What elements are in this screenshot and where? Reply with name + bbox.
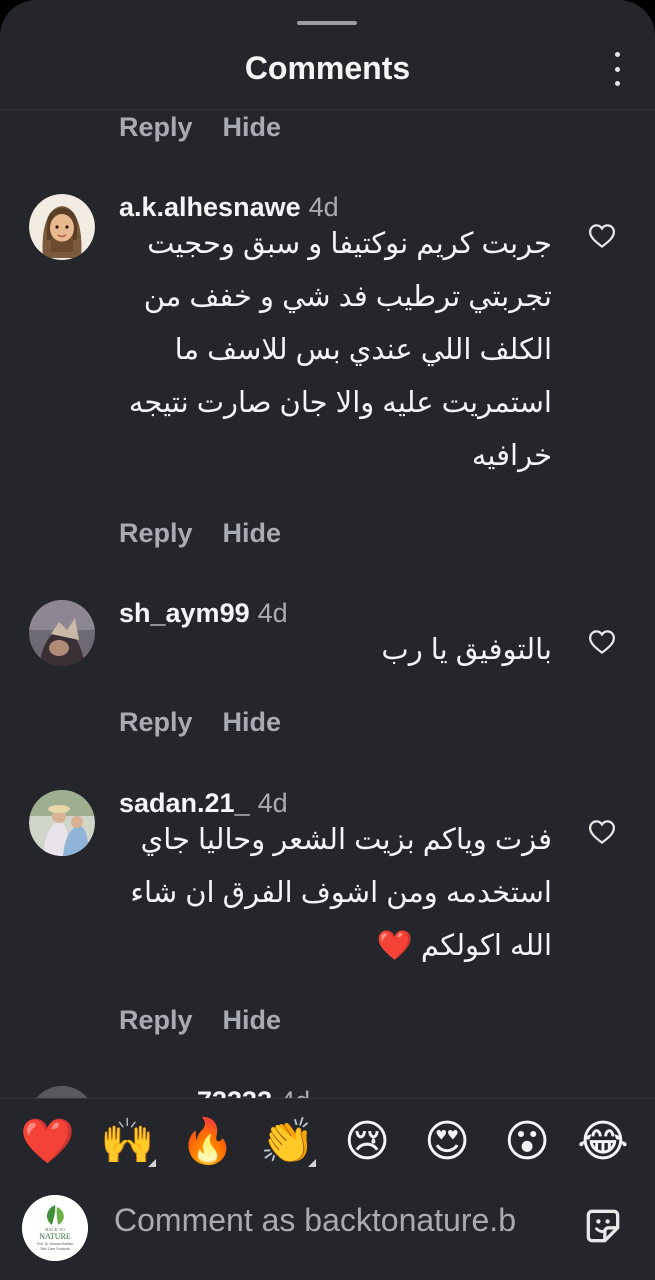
emoji-surprised-button[interactable]: 😮 — [500, 1115, 554, 1169]
comment-input-row: BACK TO NATURE Prof. Dr. Ahmad Hashim Sk… — [0, 1182, 655, 1280]
comment-input[interactable]: Comment as backtonature.b — [114, 1202, 559, 1239]
comment-text: بالتوفيق يا رب — [381, 634, 552, 666]
avatar[interactable] — [29, 600, 95, 666]
more-options-icon[interactable] — [607, 52, 627, 86]
hide-button[interactable]: Hide — [223, 518, 282, 549]
comments-sheet: Comments Reply Hide a.k.alhesnawe 4d جرب… — [0, 0, 655, 1280]
avatar[interactable] — [29, 1086, 95, 1098]
comment-time: 4d — [280, 1086, 310, 1098]
svg-text:Prof. Dr. Ahmad Hashim: Prof. Dr. Ahmad Hashim — [37, 1242, 74, 1246]
heart-outline-icon[interactable] — [587, 627, 617, 657]
skin-tone-indicator — [308, 1159, 316, 1167]
emoji-heart-button[interactable]: ❤️ — [20, 1115, 75, 1169]
emoji-fire-button[interactable]: 🔥 — [180, 1115, 235, 1169]
hide-button[interactable]: Hide — [223, 112, 282, 143]
emoji-clapping-button[interactable]: 👏 — [260, 1115, 316, 1169]
comment-actions: Reply Hide — [119, 707, 281, 738]
emoji-crying-button[interactable]: 😢 — [340, 1115, 394, 1169]
comment-text: جربت كريم نوكتيفا و سبق وحجيت تجربتي ترط… — [128, 228, 552, 472]
page-title: Comments — [244, 50, 411, 86]
emoji-raised-hands-button[interactable]: 🙌 — [100, 1115, 156, 1169]
comment-actions: Reply Hide — [119, 518, 281, 549]
avatar[interactable] — [29, 790, 95, 856]
comment-item: sh_aym99 4d بالتوفيق يا رب — [0, 598, 655, 710]
comment-username[interactable]: 733334d — [197, 1086, 310, 1098]
heart-outline-icon[interactable] — [587, 221, 617, 251]
comment-item: sadan.21_ 4d فزت وياكم بزيت الشعر وحاليا … — [0, 788, 655, 1020]
comment-list[interactable]: Reply Hide a.k.alhesnawe 4d جربت كريم نو… — [0, 110, 655, 1098]
comment-actions: Reply Hide — [119, 1005, 281, 1036]
reply-button[interactable]: Reply — [119, 518, 193, 549]
comment-actions: Reply Hide — [119, 112, 281, 143]
skin-tone-indicator — [148, 1159, 156, 1167]
svg-text:NATURE: NATURE — [39, 1232, 71, 1241]
brand-avatar: BACK TO NATURE Prof. Dr. Ahmad Hashim Sk… — [22, 1195, 88, 1261]
reply-button[interactable]: Reply — [119, 707, 193, 738]
reply-button[interactable]: Reply — [119, 1005, 193, 1036]
comment-text: فزت وياكم بزيت الشعر وحاليا جاي استخدمه … — [130, 824, 552, 962]
emoji-laughing-button[interactable]: 😂 — [576, 1115, 630, 1169]
heart-outline-icon[interactable] — [587, 817, 617, 847]
emoji-heart-eyes-button[interactable]: 😍 — [420, 1115, 474, 1169]
emoji-quick-bar: ❤️ 🙌 🔥 👏 😢 😍 😮 😂 — [0, 1098, 655, 1180]
svg-text:Skin Care Products: Skin Care Products — [40, 1247, 70, 1251]
comment-item: 733334d — [0, 1086, 655, 1098]
hide-button[interactable]: Hide — [223, 707, 282, 738]
comments-header: Comments — [0, 0, 655, 110]
sticker-icon[interactable] — [581, 1204, 625, 1248]
avatar[interactable] — [29, 194, 95, 260]
comment-item: a.k.alhesnawe 4d جربت كريم نوكتيفا و سبق … — [0, 192, 655, 564]
reply-button[interactable]: Reply — [119, 112, 193, 143]
hide-button[interactable]: Hide — [223, 1005, 282, 1036]
